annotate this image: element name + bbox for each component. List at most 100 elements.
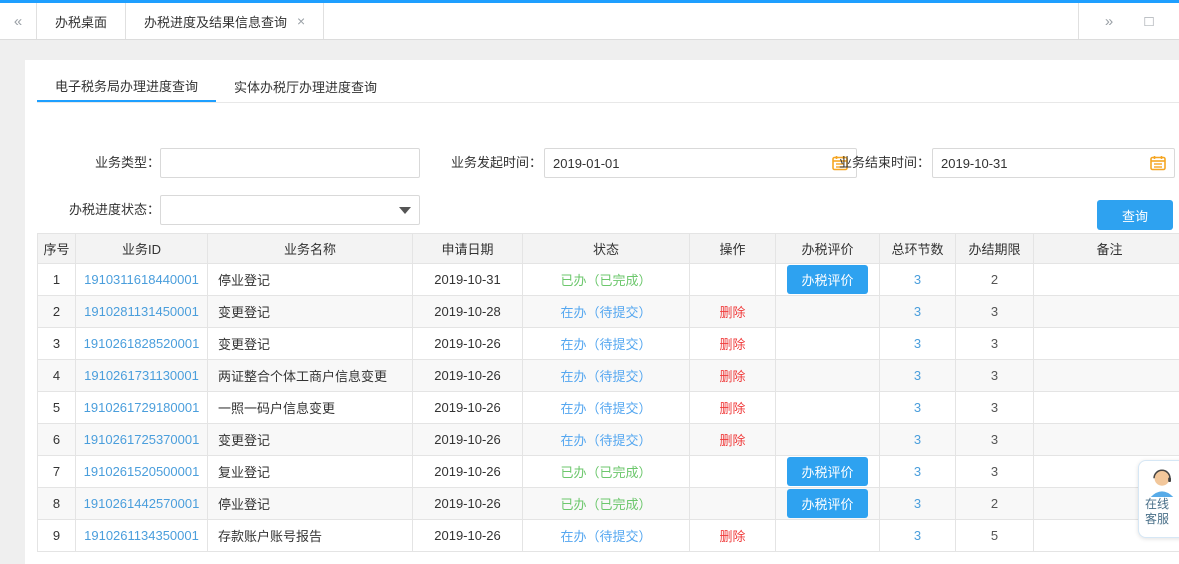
seq-cell: 4 [38,360,76,392]
window-tab-progress-query[interactable]: 办税进度及结果信息查询 × [126,3,324,39]
deadline-value: 3 [991,464,998,479]
total-links-link[interactable]: 3 [914,496,921,511]
deadline-cell: 5 [956,520,1034,552]
business-id-link[interactable]: 1910261134350001 [84,528,199,543]
date-cell: 2019-10-31 [413,264,523,296]
apply-date: 2019-10-26 [434,496,501,511]
row-seq: 6 [53,432,60,447]
column-header: 申请日期 [413,234,523,264]
eval-cell [776,392,880,424]
expand-tabs-icon[interactable]: » [1089,13,1129,30]
row-seq: 5 [53,400,60,415]
name-cell: 一照一码户信息变更 [208,392,413,424]
window-controls: » □ [1078,3,1179,39]
business-id-link[interactable]: 1910261828520001 [84,336,200,351]
column-header: 备注 [1034,234,1179,264]
evaluate-button[interactable]: 办税评价 [787,457,867,486]
delete-link[interactable]: 删除 [719,305,745,320]
deadline-cell: 2 [956,264,1034,296]
chevron-down-icon [399,207,411,214]
column-header: 业务ID [76,234,208,264]
total-links-link[interactable]: 3 [914,336,921,351]
deadline-cell: 2 [956,488,1034,520]
id-cell: 1910261520500001 [76,456,208,488]
business-name: 一照一码户信息变更 [218,401,335,416]
query-button[interactable]: 查询 [1097,200,1173,230]
table-row: 71910261520500001复业登记2019-10-26已办（已完成）办税… [38,456,1179,488]
start-time-input[interactable]: 2019-01-01 [544,148,857,178]
window-tab-bar: « 办税桌面 办税进度及结果信息查询 × » □ [0,3,1179,40]
status-cell: 已办（已完成） [523,456,690,488]
total-links-link[interactable]: 3 [914,368,921,383]
collapse-tabs-icon[interactable]: « [0,3,36,39]
evaluate-button[interactable]: 办税评价 [787,489,867,518]
total-links-link[interactable]: 3 [914,272,921,287]
id-cell: 1910311618440001 [76,264,208,296]
delete-link[interactable]: 删除 [719,401,745,416]
service-label-line2: 客服 [1145,512,1169,527]
online-service-widget[interactable]: 在线 客服 [1138,460,1179,538]
evaluate-button[interactable]: 办税评价 [787,265,867,294]
business-id-link[interactable]: 1910311618440001 [84,272,199,287]
delete-link[interactable]: 删除 [719,433,745,448]
end-time-value: 2019-10-31 [941,156,1008,171]
links-cell: 3 [880,424,956,456]
delete-link[interactable]: 删除 [719,337,745,352]
status-text: 在办（待提交） [560,369,651,384]
row-seq: 3 [53,336,60,351]
action-cell [690,488,776,520]
action-cell: 删除 [690,360,776,392]
deadline-value: 3 [991,432,998,447]
status-text: 在办（待提交） [560,305,651,320]
status-cell: 在办（待提交） [523,520,690,552]
business-type-input[interactable] [160,148,420,178]
total-links-link[interactable]: 3 [914,400,921,415]
window-tab-desktop[interactable]: 办税桌面 [36,3,126,39]
business-id-link[interactable]: 1910261725370001 [84,432,200,447]
total-links-link[interactable]: 3 [914,528,921,543]
business-id-link[interactable]: 1910261520500001 [84,464,200,479]
deadline-value: 2 [991,496,998,511]
tab-etax-progress-query[interactable]: 电子税务局办理进度查询 [37,70,216,102]
action-cell: 删除 [690,296,776,328]
business-id-link[interactable]: 1910261731130001 [84,368,199,383]
table-row: 11910311618440001停业登记2019-10-31已办（已完成）办税… [38,264,1179,296]
deadline-value: 3 [991,400,998,415]
action-cell: 删除 [690,424,776,456]
total-links-link[interactable]: 3 [914,304,921,319]
delete-link[interactable]: 删除 [719,529,745,544]
business-id-link[interactable]: 1910281131450001 [84,304,199,319]
window-tab-label: 办税桌面 [55,12,107,31]
delete-link[interactable]: 删除 [719,369,745,384]
id-cell: 1910261729180001 [76,392,208,424]
status-text: 在办（待提交） [560,433,651,448]
links-cell: 3 [880,392,956,424]
business-id-link[interactable]: 1910261729180001 [84,400,200,415]
status-cell: 在办（待提交） [523,424,690,456]
status-cell: 在办（待提交） [523,360,690,392]
eval-cell: 办税评价 [776,456,880,488]
table-footer: 每页显示 10 ▼ 条 总共查询到 9 条信息 上一页 1 下一页 [37,552,1179,564]
close-tab-icon[interactable]: × [297,13,305,29]
results-table: 序号业务ID业务名称申请日期状态操作办税评价总环节数办结期限备注 1191031… [37,233,1179,552]
start-time-value: 2019-01-01 [553,156,620,171]
status-text: 在办（待提交） [560,401,651,416]
calendar-icon[interactable] [1150,155,1166,171]
deadline-cell: 3 [956,328,1034,360]
tab-hall-progress-query[interactable]: 实体办税厅办理进度查询 [216,70,395,102]
progress-status-select[interactable] [160,195,420,225]
links-cell: 3 [880,264,956,296]
maximize-icon[interactable]: □ [1129,13,1169,30]
seq-cell: 3 [38,328,76,360]
business-id-link[interactable]: 1910261442570001 [84,496,200,511]
links-cell: 3 [880,488,956,520]
total-links-link[interactable]: 3 [914,464,921,479]
table-row: 91910261134350001存款账户账号报告2019-10-26在办（待提… [38,520,1179,552]
content-panel: 电子税务局办理进度查询 实体办税厅办理进度查询 业务类型： 业务发起时间： 20… [25,60,1179,564]
status-text: 在办（待提交） [560,529,651,544]
end-time-input[interactable]: 2019-10-31 [932,148,1175,178]
total-links-link[interactable]: 3 [914,432,921,447]
table-row: 51910261729180001一照一码户信息变更2019-10-26在办（待… [38,392,1179,424]
action-cell: 删除 [690,328,776,360]
table-row: 41910261731130001两证整合个体工商户信息变更2019-10-26… [38,360,1179,392]
